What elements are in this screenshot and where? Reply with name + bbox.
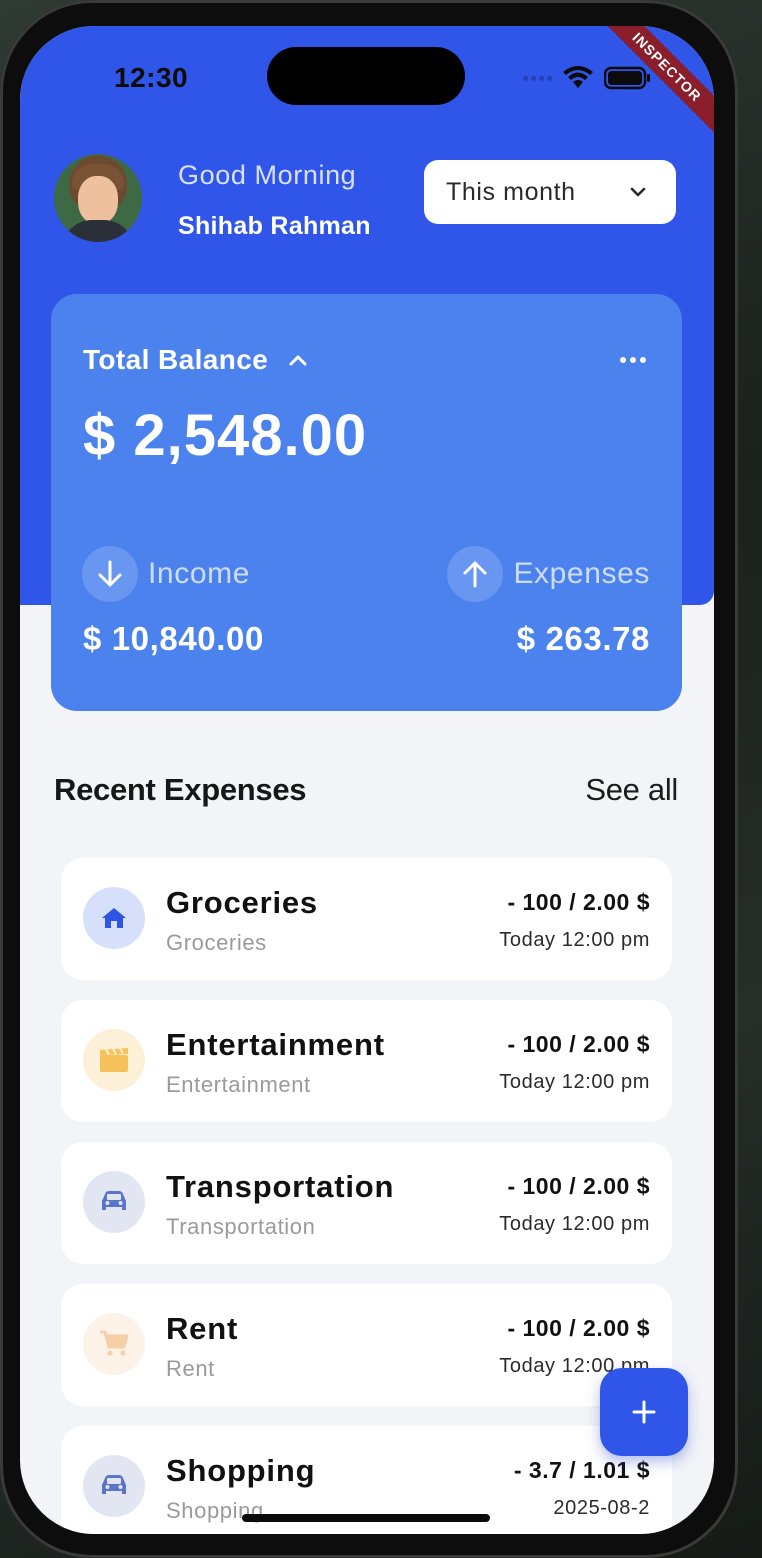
expense-item[interactable]: Rent Rent - 100 / 2.00 $ Today 12:00 pm	[61, 1284, 672, 1406]
app-screen: 12:30 INSPECTOR Good Morning Shihab Rahm…	[20, 26, 714, 1534]
expense-list: Groceries Groceries - 100 / 2.00 $ Today…	[61, 858, 672, 1534]
chevron-down-icon	[630, 187, 646, 197]
phone-frame: 12:30 INSPECTOR Good Morning Shihab Rahm…	[0, 0, 738, 1558]
expenses-amount: $ 263.78	[516, 620, 650, 657]
balance-title-toggle[interactable]: Total Balance	[83, 344, 308, 376]
see-all-link[interactable]: See all	[585, 772, 678, 808]
expense-category: Groceries	[166, 930, 267, 955]
cellular-signal-icon	[523, 75, 552, 81]
expense-date: Today 12:00 pm	[499, 1071, 650, 1093]
period-dropdown[interactable]: This month	[424, 160, 676, 224]
section-title: Recent Expenses	[54, 772, 307, 807]
battery-icon	[604, 66, 650, 90]
income-amount: $ 10,840.00	[83, 620, 264, 657]
cart-icon	[83, 1313, 145, 1375]
expense-amount: - 100 / 2.00 $	[507, 889, 650, 915]
expense-name: Shopping	[166, 1453, 316, 1488]
expense-amount: - 3.7 / 1.01 $	[513, 1457, 650, 1483]
greeting-text: Good Morning	[178, 160, 357, 190]
income-label-group: Income	[82, 546, 250, 602]
expense-name: Transportation	[166, 1169, 395, 1204]
add-expense-button[interactable]	[600, 1368, 688, 1456]
user-name: Shihab Rahman	[178, 212, 371, 240]
balance-card: Total Balance $ 2,548.00 Income Expenses…	[51, 294, 682, 711]
balance-title: Total Balance	[83, 344, 269, 375]
expense-item[interactable]: Entertainment Entertainment - 100 / 2.00…	[61, 1000, 672, 1122]
expense-date: Today 12:00 pm	[499, 929, 650, 951]
expense-date: Today 12:00 pm	[499, 1213, 650, 1235]
expense-category: Entertainment	[166, 1072, 311, 1097]
chevron-up-icon	[289, 355, 307, 366]
expense-item[interactable]: Groceries Groceries - 100 / 2.00 $ Today…	[61, 858, 672, 980]
wifi-icon	[563, 66, 593, 88]
expenses-label: Expenses	[513, 557, 650, 590]
home-indicator[interactable]	[242, 1514, 490, 1522]
home-icon	[83, 887, 145, 949]
clapperboard-icon	[83, 1029, 145, 1091]
expense-name: Groceries	[166, 885, 318, 920]
car-icon	[83, 1171, 145, 1233]
status-indicators	[523, 66, 652, 90]
plus-icon	[632, 1400, 656, 1424]
expense-date: 2025-08-2	[553, 1497, 650, 1519]
arrow-up-icon	[447, 546, 504, 602]
expense-name: Rent	[166, 1311, 239, 1346]
expense-item[interactable]: Transportation Transportation - 100 / 2.…	[61, 1142, 672, 1264]
expenses-label-group: Expenses	[447, 546, 650, 602]
expense-amount: - 100 / 2.00 $	[507, 1031, 650, 1057]
expense-name: Entertainment	[166, 1027, 385, 1062]
expense-category: Rent	[166, 1356, 215, 1381]
avatar[interactable]	[54, 154, 142, 242]
expense-amount: - 100 / 2.00 $	[507, 1173, 650, 1199]
arrow-down-icon	[82, 546, 138, 602]
status-time: 12:30	[114, 62, 189, 93]
more-options-icon[interactable]	[618, 348, 648, 372]
income-label: Income	[148, 557, 250, 590]
total-balance-amount: $ 2,548.00	[83, 403, 368, 468]
period-dropdown-value: This month	[446, 177, 576, 206]
expense-amount: - 100 / 2.00 $	[507, 1315, 650, 1341]
dynamic-island	[267, 47, 465, 105]
car-icon	[83, 1455, 145, 1517]
expense-category: Transportation	[166, 1214, 316, 1239]
